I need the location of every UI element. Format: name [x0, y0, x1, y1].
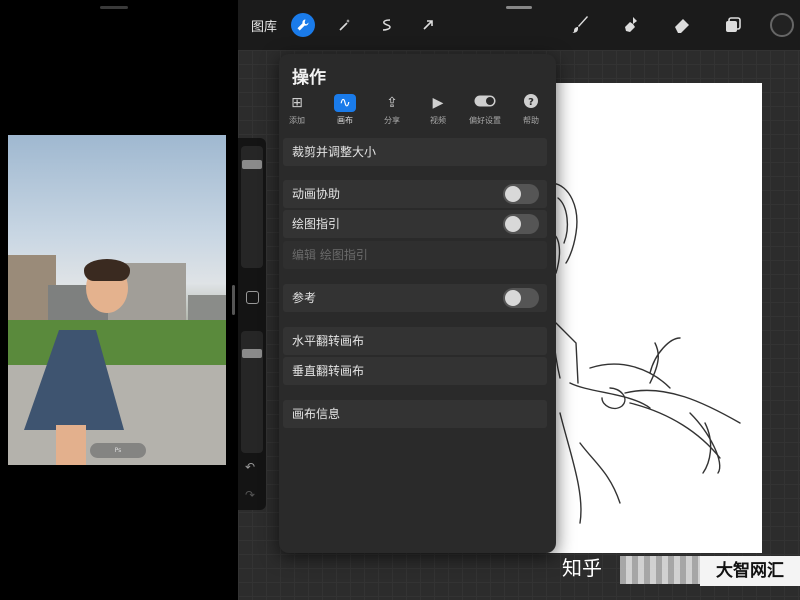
crop-resize-row[interactable]: 裁剪并调整大小	[283, 138, 547, 166]
help-icon: ?	[509, 94, 553, 112]
actions-popover: 操作 ⊞ 添加 ∿ 画布 ⇪ 分享 ▶ 视频 偏好设置 ? 帮助 裁剪并调整大小…	[279, 54, 556, 553]
row-label: 垂直翻转画布	[292, 364, 365, 378]
row-label: 水平翻转画布	[292, 334, 365, 348]
row-label: 画布信息	[292, 407, 341, 421]
tab-label: 分享	[384, 116, 400, 125]
smudge-icon[interactable]	[618, 12, 644, 38]
top-toolbar: 图库	[238, 0, 800, 50]
tab-label: 添加	[289, 116, 305, 125]
modify-button[interactable]	[246, 291, 259, 304]
tab-label: 视频	[430, 116, 446, 125]
toolbar-handle	[506, 6, 532, 9]
redo-icon[interactable]: ↷	[245, 488, 255, 502]
svg-text:?: ?	[528, 97, 534, 108]
edit-drawing-guide-row: 编辑 绘图指引	[283, 241, 547, 269]
animation-assist-toggle[interactable]	[503, 184, 539, 204]
tab-label: 帮助	[523, 116, 539, 125]
row-label: 参考	[292, 291, 317, 305]
layers-icon[interactable]	[720, 12, 746, 38]
blurred-watermark	[620, 556, 700, 584]
brush-size-slider[interactable]	[241, 146, 263, 268]
wrench-icon[interactable]	[291, 13, 315, 37]
tab-add[interactable]: ⊞ 添加	[275, 94, 319, 126]
split-view-divider[interactable]	[232, 285, 235, 315]
tab-share[interactable]: ⇪ 分享	[370, 94, 414, 126]
drawing-guide-row: 绘图指引	[283, 210, 547, 238]
tab-video[interactable]: ▶ 视频	[416, 94, 460, 126]
magic-wand-icon[interactable]	[333, 13, 357, 37]
flip-vertical-row[interactable]: 垂直翻转画布	[283, 357, 547, 385]
video-icon: ▶	[432, 95, 444, 111]
row-label: 绘图指引	[292, 217, 341, 231]
prefs-toggle-icon	[463, 94, 507, 112]
flip-horizontal-row[interactable]: 水平翻转画布	[283, 327, 547, 355]
share-icon: ⇪	[386, 95, 398, 111]
brush-sidebar: ↶ ↷	[238, 138, 266, 510]
transform-arrow-icon[interactable]	[416, 13, 440, 37]
canvas-icon: ∿	[334, 94, 356, 112]
actions-tabs: ⊞ 添加 ∿ 画布 ⇪ 分享 ▶ 视频 偏好设置 ? 帮助	[279, 94, 556, 134]
reference-toggle[interactable]	[503, 288, 539, 308]
opacity-thumb[interactable]	[242, 349, 262, 358]
brush-icon[interactable]	[568, 12, 594, 38]
opacity-slider[interactable]	[241, 331, 263, 453]
row-label: 动画协助	[292, 187, 341, 201]
row-label: 裁剪并调整大小	[292, 145, 377, 159]
add-icon: ⊞	[291, 95, 303, 111]
tab-label: 偏好设置	[469, 116, 501, 125]
brush-size-thumb[interactable]	[242, 160, 262, 169]
tab-preferences[interactable]: 偏好设置	[463, 94, 507, 126]
reference-photo: Ps	[8, 135, 226, 465]
site-watermark: 大智网汇	[700, 556, 800, 586]
photo-caption-pill[interactable]: Ps	[90, 443, 146, 458]
reference-drag-handle[interactable]	[100, 6, 128, 9]
selection-icon[interactable]	[375, 13, 399, 37]
eraser-icon[interactable]	[669, 12, 695, 38]
gallery-button[interactable]: 图库	[251, 16, 277, 35]
photo-child-hair	[84, 259, 130, 281]
popover-title: 操作	[292, 68, 326, 88]
drawing-guide-toggle[interactable]	[503, 214, 539, 234]
animation-assist-row: 动画协助	[283, 180, 547, 208]
tab-canvas[interactable]: ∿ 画布	[323, 94, 367, 126]
photo-grass	[8, 320, 226, 365]
row-label: 编辑 绘图指引	[292, 248, 368, 262]
zhihu-watermark: 知乎	[562, 556, 602, 580]
reference-row: 参考	[283, 284, 547, 312]
color-picker-button[interactable]	[770, 13, 794, 37]
canvas-info-row[interactable]: 画布信息	[283, 400, 547, 428]
tab-help[interactable]: ? 帮助	[509, 94, 553, 126]
tab-label: 画布	[337, 116, 353, 125]
reference-pane: Ps	[0, 0, 238, 600]
undo-icon[interactable]: ↶	[245, 460, 255, 474]
photo-child-legs	[56, 425, 86, 465]
